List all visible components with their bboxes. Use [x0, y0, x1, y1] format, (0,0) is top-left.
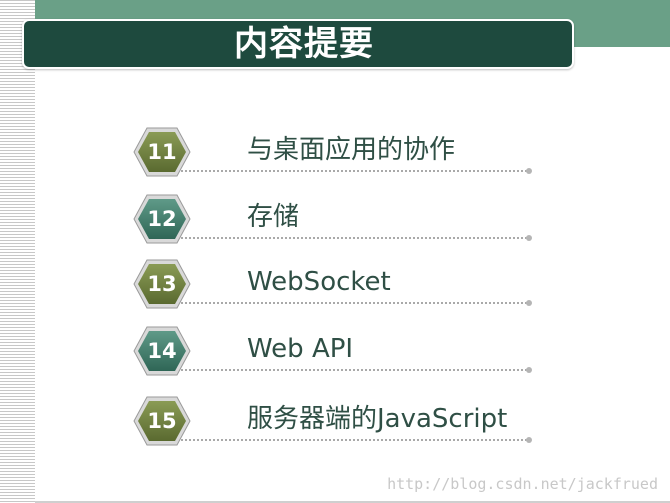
divider-end-dot [526, 367, 532, 373]
list-item: 13 WebSocket [133, 259, 533, 309]
list-item: 14 Web API [133, 326, 533, 376]
dotted-divider [181, 439, 527, 441]
item-label: Web API [247, 334, 354, 364]
dotted-divider [181, 302, 527, 304]
slide-title: 内容提要 [234, 24, 374, 64]
list-item: 11 与桌面应用的协作 [133, 127, 533, 177]
dotted-divider [181, 170, 527, 172]
item-label: WebSocket [247, 267, 391, 297]
divider-end-dot [526, 168, 532, 174]
divider-end-dot [526, 235, 532, 241]
divider-end-dot [526, 300, 532, 306]
item-label: 存储 [247, 202, 300, 232]
title-bar: 内容提要 [22, 19, 574, 69]
dotted-divider [181, 369, 527, 371]
item-label: 服务器端的JavaScript [247, 404, 508, 434]
watermark-url: http://blog.csdn.net/jackfrued [387, 475, 658, 493]
list-item: 12 存储 [133, 194, 533, 244]
item-label: 与桌面应用的协作 [247, 135, 456, 165]
slide: 内容提要 11 与桌面应用的协作 12 存储 13 WebSocket 14 W… [0, 0, 670, 503]
list-item: 15 服务器端的JavaScript [133, 396, 533, 446]
dotted-divider [181, 237, 527, 239]
divider-end-dot [526, 437, 532, 443]
left-stripe-decoration [0, 0, 35, 503]
